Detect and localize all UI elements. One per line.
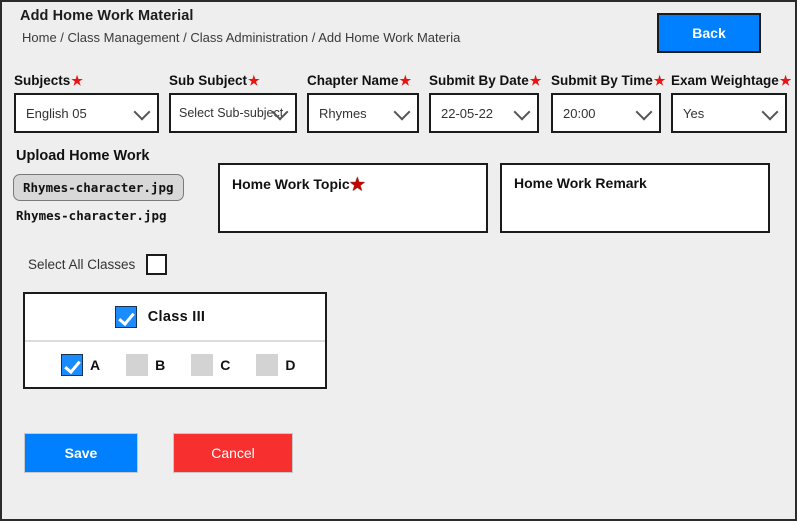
field-submit-by-time: Submit By Time★ 20:00 bbox=[551, 73, 666, 133]
save-button[interactable]: Save bbox=[24, 433, 138, 473]
submit-by-date-select[interactable]: 22-05-22 bbox=[429, 93, 539, 133]
exam-weightage-select[interactable]: Yes bbox=[671, 93, 787, 133]
home-work-remark-input[interactable]: Home Work Remark bbox=[500, 163, 770, 233]
section-a-checkbox[interactable] bbox=[61, 354, 83, 376]
section-b-label: B bbox=[155, 357, 166, 373]
required-star-icon: ★ bbox=[349, 175, 365, 194]
field-label-submit-by-time: Submit By Time★ bbox=[551, 73, 666, 88]
page-title: Add Home Work Material bbox=[20, 8, 194, 24]
submit-by-time-select[interactable]: 20:00 bbox=[551, 93, 661, 133]
field-label-sub-subject: Sub Subject★ bbox=[169, 73, 260, 88]
class-iii-checkbox[interactable] bbox=[114, 306, 137, 328]
chevron-down-icon bbox=[393, 103, 411, 121]
subjects-select[interactable]: English 05 bbox=[14, 93, 159, 133]
required-star-icon: ★ bbox=[248, 73, 260, 88]
breadcrumb: Home / Class Management / Class Administ… bbox=[22, 30, 461, 45]
upload-home-work-title: Upload Home Work bbox=[16, 148, 150, 164]
section-item-c: C bbox=[191, 354, 230, 376]
back-button[interactable]: Back bbox=[657, 13, 761, 53]
required-star-icon: ★ bbox=[653, 73, 666, 88]
chevron-down-icon bbox=[761, 103, 779, 121]
section-d-checkbox[interactable] bbox=[256, 354, 279, 376]
section-item-b: B bbox=[126, 354, 165, 376]
exam-weightage-value: Yes bbox=[683, 105, 705, 121]
select-all-classes-checkbox[interactable] bbox=[146, 254, 168, 275]
select-all-classes-label: Select All Classes bbox=[28, 257, 136, 272]
class-iii-label: Class III bbox=[147, 309, 206, 325]
class-selection-panel: Class III A B C D bbox=[23, 292, 327, 389]
cancel-button[interactable]: Cancel bbox=[173, 433, 293, 473]
section-c-label: C bbox=[220, 357, 231, 373]
home-work-topic-label: Home Work Topic bbox=[232, 176, 350, 192]
section-item-a: A bbox=[61, 354, 100, 376]
chapter-name-select-value: Rhymes bbox=[319, 105, 367, 121]
section-row: A B C D bbox=[25, 342, 325, 388]
field-chapter-name: Chapter Name★ Rhymes bbox=[307, 73, 419, 133]
uploaded-file-name: Rhymes-character.jpg bbox=[16, 208, 167, 223]
field-submit-by-date: Submit By Date★ 22-05-22 bbox=[429, 73, 542, 133]
chevron-down-icon bbox=[513, 103, 531, 121]
field-exam-weightage: Exam Weightage★ Yes bbox=[671, 73, 792, 133]
section-b-checkbox[interactable] bbox=[126, 354, 149, 376]
select-all-classes-row: Select All Classes bbox=[28, 254, 168, 275]
field-label-chapter-name: Chapter Name★ bbox=[307, 73, 412, 88]
field-label-submit-by-date: Submit By Date★ bbox=[429, 73, 542, 88]
required-star-icon: ★ bbox=[399, 73, 412, 88]
section-item-d: D bbox=[256, 354, 296, 376]
subjects-select-value: English 05 bbox=[26, 105, 87, 121]
section-d-label: D bbox=[285, 357, 296, 373]
section-c-checkbox[interactable] bbox=[191, 354, 214, 376]
submit-by-date-value: 22-05-22 bbox=[441, 105, 494, 121]
required-star-icon: ★ bbox=[779, 73, 792, 88]
home-work-topic-input[interactable]: Home Work Topic★ bbox=[218, 163, 488, 233]
required-star-icon: ★ bbox=[529, 73, 542, 88]
chevron-down-icon bbox=[133, 103, 151, 121]
home-work-remark-label: Home Work Remark bbox=[514, 175, 647, 191]
page-root: Add Home Work Material Home / Class Mana… bbox=[0, 0, 797, 521]
field-sub-subject: Sub Subject★ Select Sub-subject bbox=[169, 73, 297, 133]
field-label-subjects: Subjects★ bbox=[14, 73, 83, 88]
section-a-label: A bbox=[90, 357, 101, 373]
chevron-down-icon bbox=[635, 103, 653, 121]
required-star-icon: ★ bbox=[71, 73, 83, 88]
field-label-exam-weightage: Exam Weightage★ bbox=[671, 73, 792, 88]
submit-by-time-value: 20:00 bbox=[563, 105, 596, 121]
chapter-name-select[interactable]: Rhymes bbox=[307, 93, 419, 133]
class-header-row: Class III bbox=[25, 294, 325, 342]
field-subjects: Subjects★ English 05 bbox=[14, 73, 159, 133]
sub-subject-select-value: Select Sub-subject bbox=[179, 106, 284, 120]
sub-subject-select[interactable]: Select Sub-subject bbox=[169, 93, 297, 133]
upload-file-button[interactable]: Rhymes-character.jpg bbox=[13, 174, 184, 201]
